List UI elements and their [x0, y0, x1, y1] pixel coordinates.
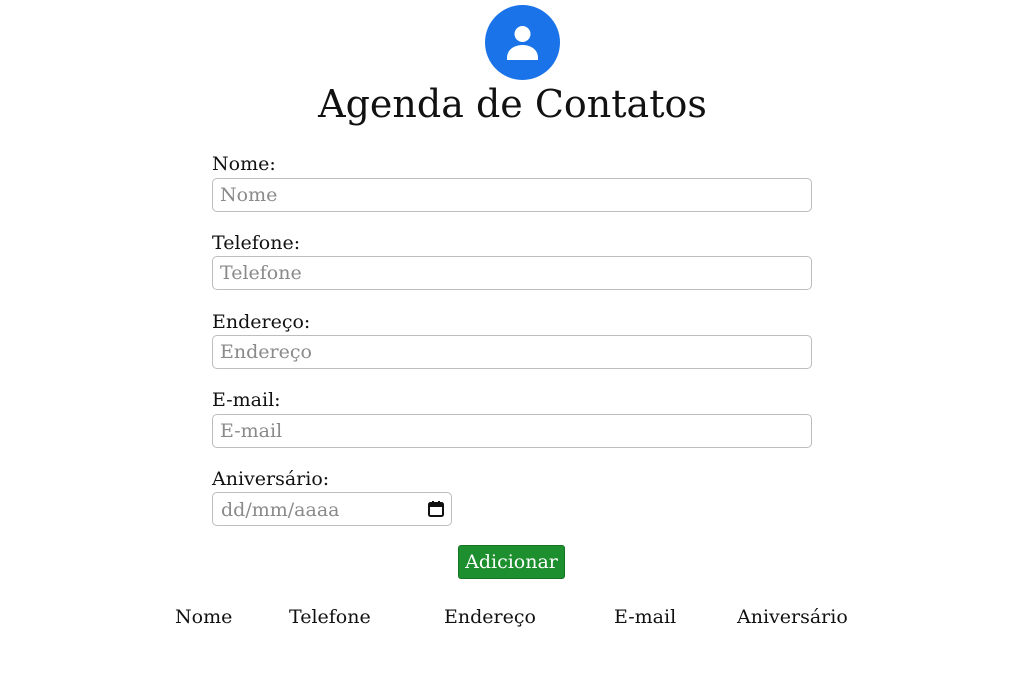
- table-header-telefone: Telefone: [289, 606, 371, 628]
- email-input[interactable]: [212, 414, 812, 448]
- telefone-label: Telefone:: [212, 232, 301, 254]
- aniversario-label: Aniversário:: [212, 468, 330, 490]
- calendar-icon[interactable]: [427, 500, 445, 518]
- page: Agenda de Contatos Nome: Telefone: Ender…: [0, 0, 1025, 680]
- table-header-email: E-mail: [614, 606, 677, 628]
- endereco-input[interactable]: [212, 335, 812, 369]
- aniversario-date-input[interactable]: dd/mm/aaaa: [212, 492, 452, 526]
- contact-avatar: [485, 5, 560, 80]
- endereco-label: Endereço:: [212, 311, 311, 333]
- email-label: E-mail:: [212, 389, 281, 411]
- table-header-nome: Nome: [175, 606, 233, 628]
- telefone-input[interactable]: [212, 256, 812, 290]
- table-header-aniversario: Aniversário: [737, 606, 848, 628]
- add-contact-button[interactable]: Adicionar: [458, 545, 565, 579]
- date-placeholder: dd/mm/aaaa: [221, 499, 340, 521]
- person-icon: [507, 26, 538, 60]
- page-title: Agenda de Contatos: [318, 82, 707, 126]
- table-header-endereco: Endereço: [444, 606, 536, 628]
- nome-input[interactable]: [212, 178, 812, 212]
- nome-label: Nome:: [212, 153, 276, 175]
